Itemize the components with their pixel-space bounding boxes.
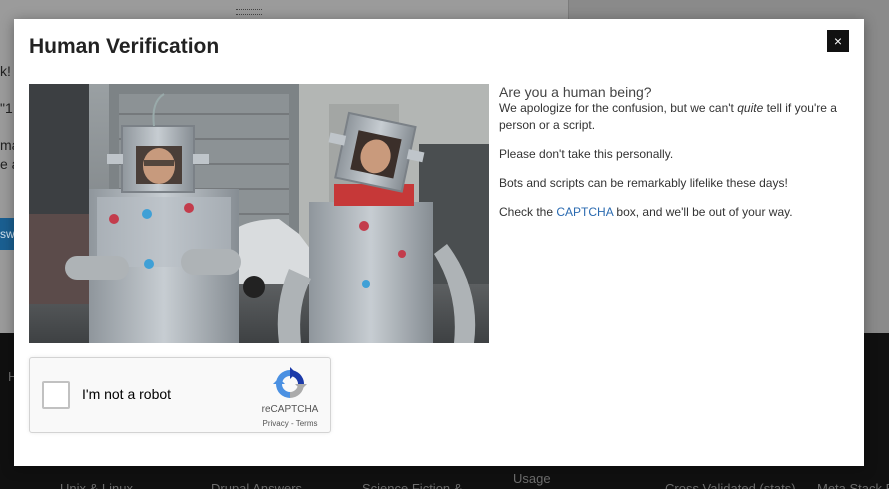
captcha-link[interactable]: CAPTCHA (556, 205, 613, 219)
apology-emphasis: quite (737, 101, 764, 115)
background-text-fragment: "1 (0, 100, 13, 116)
dialog-title: Human Verification (29, 35, 220, 58)
background-text-fragment: k! (0, 63, 11, 79)
background-button: sw (0, 218, 15, 250)
instruction-paragraph: Check the CAPTCHA box, and we'll be out … (499, 204, 844, 221)
footer-link: Science Fiction & (362, 481, 463, 489)
personal-paragraph: Please don't take this personally. (499, 147, 674, 161)
apology-text: We apologize for the confusion, but we c… (499, 101, 738, 115)
lifelike-paragraph: Bots and scripts can be remarkably lifel… (499, 176, 788, 190)
terms-link[interactable]: Terms (296, 419, 318, 428)
footer-link: Usage (513, 471, 551, 486)
not-a-robot-checkbox[interactable] (42, 381, 70, 409)
footer-link: Unix & Linux (60, 481, 133, 489)
privacy-link[interactable]: Privacy (263, 419, 289, 428)
not-a-robot-label[interactable]: I'm not a robot (82, 386, 171, 402)
footer-link: Meta Stack E (817, 481, 889, 489)
verification-message: Are you a human being? We apologize for … (499, 84, 844, 233)
resize-grip-icon (236, 9, 262, 15)
footer-link: Drupal Answers (211, 481, 303, 489)
close-button[interactable]: × (827, 30, 849, 52)
instruction-text-end: box, and we'll be out of your way. (613, 205, 793, 219)
recaptcha-logo-icon (273, 367, 307, 398)
apology-paragraph: We apologize for the confusion, but we c… (499, 100, 844, 134)
footer-link: Cross Validated (stats) (665, 481, 796, 489)
link-separator: - (288, 419, 296, 428)
robot-costume-photo (29, 84, 489, 343)
recaptcha-brand: reCAPTCHA (261, 404, 319, 415)
recaptcha-widget: I'm not a robot reCAPTCHA Privacy - Term… (29, 357, 331, 433)
recaptcha-footer-links: Privacy - Terms (252, 419, 328, 428)
human-verification-dialog: Human Verification × Are you a human bei… (14, 19, 864, 466)
robot-costume-illustration (29, 84, 489, 343)
question-heading: Are you a human being? (499, 84, 652, 100)
instruction-text: Check the (499, 205, 557, 219)
